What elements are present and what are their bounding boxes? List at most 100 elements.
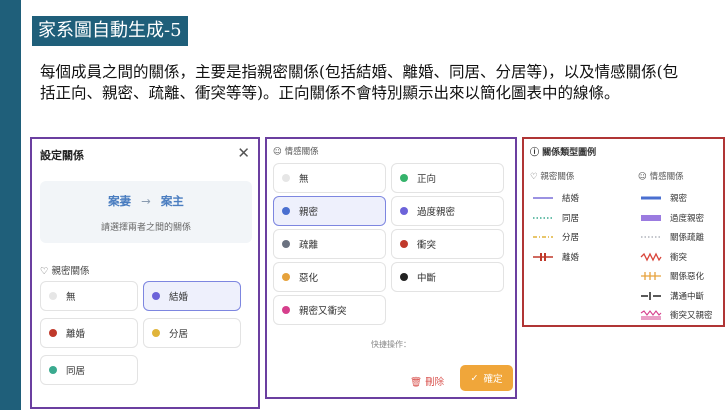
- color-dot-icon: [400, 273, 408, 281]
- intimate-section-label: ♡ 親密關係: [40, 266, 90, 277]
- color-dot-icon: [49, 366, 57, 374]
- legend-line-sample: [533, 252, 553, 261]
- option-label: 同居: [66, 366, 86, 377]
- relation-pair-box: 案妻 → 案主 請選擇兩者之間的關係: [40, 181, 252, 243]
- legend-line-sample: [641, 291, 661, 300]
- slide-body-text: 每個成員之間的關係，主要是指親密關係(包括結婚、離婚、同居、分居等)，以及情感關…: [40, 63, 679, 102]
- legend-label: 衝突: [670, 252, 688, 263]
- people-icon: ☺: [273, 147, 282, 157]
- emotion-relation-panel: ☺ 情感關係 無 正向親密 過度親密疏離 衝突惡化 中斷親密又衝突 快捷操作： 🗑 刪除…: [265, 137, 517, 399]
- confirm-button[interactable]: ✓ 確定: [460, 365, 513, 391]
- legend-label: 衝突又親密: [670, 311, 713, 321]
- emotion-option-1[interactable]: 正向: [391, 163, 504, 193]
- emotion-option-5[interactable]: 衝突: [391, 229, 504, 259]
- relation-legend-panel: ⓘ 關係類型圖例 ♡ 親密關係 ☺ 情感關係 結婚同居分居離婚 親密過度親密關係…: [522, 137, 725, 327]
- delete-button[interactable]: 🗑 刪除: [410, 374, 444, 388]
- option-label: 分居: [169, 329, 189, 340]
- legend-emotional-title: ☺ 情感關係: [638, 172, 684, 182]
- emotion-option-2[interactable]: 親密: [273, 196, 386, 226]
- legend-intimate-title: ♡ 親密關係: [530, 172, 575, 182]
- color-dot-icon: [400, 240, 408, 248]
- set-relation-dialog: 設定關係 ✕ 案妻 → 案主 請選擇兩者之間的關係 ♡ 親密關係 無 結婚離婚 分居同居: [30, 137, 260, 409]
- legend-label: 溝通中斷: [670, 291, 705, 302]
- legend-title: ⓘ 關係類型圖例: [530, 148, 597, 158]
- legend-line-sample: [641, 236, 661, 238]
- option-label: 疏離: [299, 240, 319, 251]
- heart-icon: ♡: [40, 266, 49, 277]
- legend-line-sample: [533, 236, 553, 238]
- slide-left-bar: [0, 0, 21, 410]
- color-dot-icon: [282, 306, 290, 314]
- legend-label: 關係惡化: [670, 272, 705, 282]
- close-icon[interactable]: ✕: [237, 144, 250, 162]
- emotion-option-8[interactable]: 親密又衝突: [273, 295, 386, 325]
- legend-emotional-item-3: 衝突: [640, 249, 687, 265]
- legend-line-sample: [641, 196, 661, 200]
- info-icon: ⓘ: [530, 148, 540, 158]
- check-icon: ✓: [470, 372, 479, 384]
- legend-emotional-item-2: 關係疏離: [640, 229, 704, 245]
- option-label: 親密: [299, 207, 319, 218]
- quick-actions-label: 快捷操作：: [371, 340, 411, 349]
- dialog-header: 設定關係 ✕: [32, 139, 258, 169]
- option-label: 惡化: [299, 273, 319, 284]
- option-label: 衝突: [417, 240, 437, 251]
- color-dot-icon: [282, 207, 290, 215]
- heart-icon: ♡: [530, 172, 538, 182]
- legend-line-sample: [641, 272, 661, 280]
- legend-emotional-item-1: 過度親密: [640, 210, 704, 226]
- option-label: 親密又衝突: [299, 306, 347, 317]
- legend-label: 分居: [562, 233, 580, 243]
- legend-label: 關係疏離: [670, 233, 705, 243]
- emotion-section-label: ☺ 情感關係: [273, 147, 319, 157]
- legend-intimate-item-3: 離婚: [532, 249, 579, 265]
- color-dot-icon: [282, 240, 290, 248]
- color-dot-icon: [152, 292, 160, 300]
- emotion-option-7[interactable]: 中斷: [391, 262, 504, 292]
- legend-line-sample: [533, 216, 553, 219]
- people-icon: ☺: [638, 172, 647, 182]
- color-dot-icon: [400, 174, 408, 182]
- intimate-option-3[interactable]: 分居: [143, 318, 241, 348]
- option-label: 無: [299, 174, 309, 185]
- relation-hint: 請選擇兩者之間的關係: [100, 223, 191, 233]
- color-dot-icon: [282, 273, 290, 281]
- option-label: 離婚: [66, 329, 86, 340]
- legend-line-sample: [640, 310, 662, 320]
- legend-label: 離婚: [562, 252, 580, 263]
- intimate-option-2[interactable]: 離婚: [40, 318, 138, 348]
- legend-emotional-item-5: 溝通中斷: [640, 288, 704, 304]
- option-label: 結婚: [169, 292, 189, 303]
- color-dot-icon: [152, 329, 160, 337]
- emotion-option-3[interactable]: 過度親密: [391, 196, 504, 226]
- option-label: 過度親密: [417, 207, 456, 218]
- option-label: 中斷: [417, 273, 437, 284]
- emotion-option-6[interactable]: 惡化: [273, 262, 386, 292]
- legend-line-sample: [533, 197, 553, 199]
- emotion-option-0[interactable]: 無: [273, 163, 386, 193]
- arrow-right-icon: →: [141, 194, 151, 208]
- dialog-title: 設定關係: [40, 149, 84, 162]
- emotion-option-4[interactable]: 疏離: [273, 229, 386, 259]
- legend-label: 結婚: [562, 194, 580, 204]
- intimate-option-0[interactable]: 無: [40, 281, 138, 311]
- legend-label: 過度親密: [670, 213, 705, 224]
- color-dot-icon: [49, 292, 57, 300]
- color-dot-icon: [282, 174, 290, 182]
- legend-emotional-item-6: 衝突又親密: [640, 307, 713, 323]
- legend-intimate-item-2: 分居: [532, 229, 579, 245]
- legend-label: 親密: [670, 194, 688, 204]
- from-member-name: 案妻: [108, 194, 132, 208]
- legend-intimate-item-0: 結婚: [532, 190, 579, 206]
- legend-label: 同居: [562, 213, 580, 224]
- intimate-option-4[interactable]: 同居: [40, 355, 138, 385]
- legend-intimate-item-1: 同居: [532, 210, 579, 226]
- trash-icon: 🗑: [410, 377, 423, 388]
- intimate-option-1[interactable]: 結婚: [143, 281, 241, 311]
- slide-title: 家系圖自動生成-5: [32, 16, 188, 46]
- to-member-name: 案主: [160, 194, 184, 208]
- color-dot-icon: [400, 207, 408, 215]
- option-label: 無: [66, 292, 76, 303]
- color-dot-icon: [49, 329, 57, 337]
- legend-emotional-item-4: 關係惡化: [640, 268, 704, 284]
